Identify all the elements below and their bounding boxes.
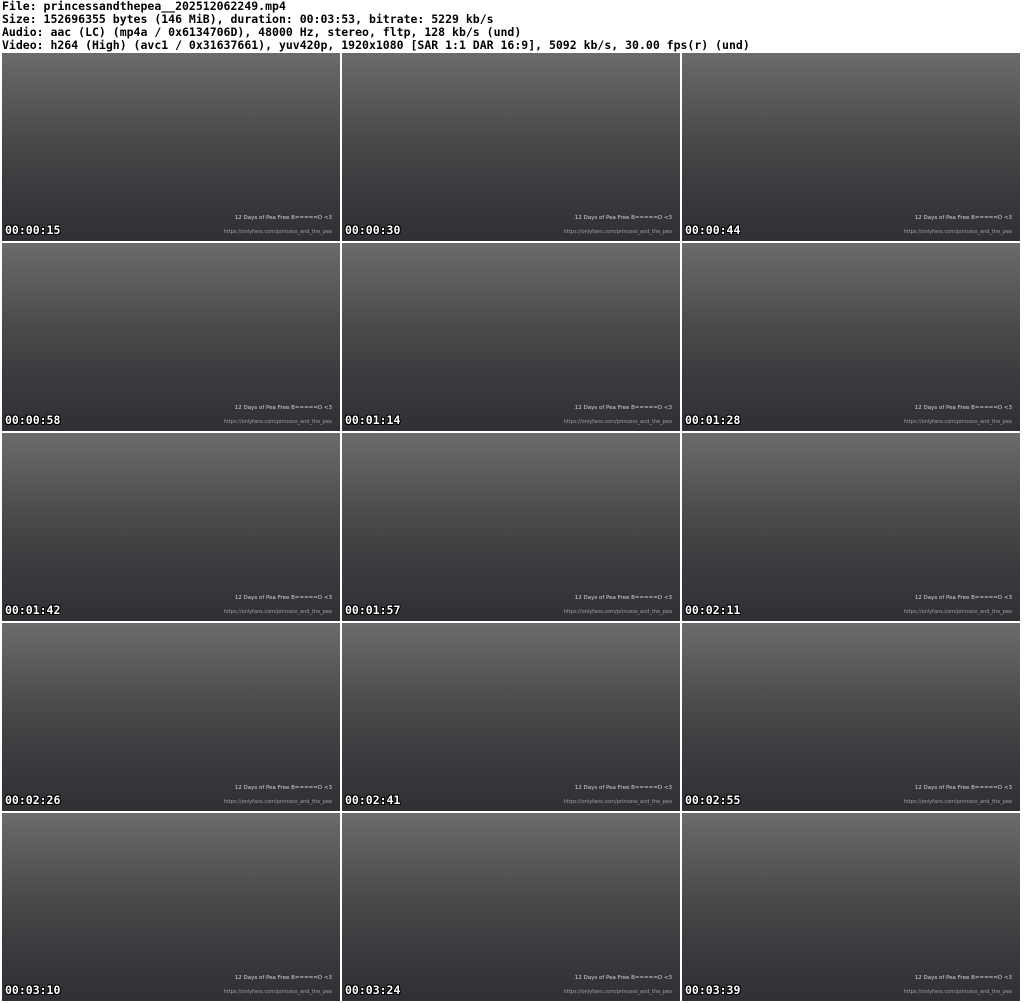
video-thumbnail: 12 Days of Pea Free B=====D <3 https://on… — [682, 813, 1020, 1001]
video-thumbnail: 12 Days of Pea Free B=====D <3 https://on… — [682, 243, 1020, 431]
watermark-text: 12 Days of Pea Free B=====D <3 — [914, 215, 1012, 221]
watermark-text: 12 Days of Pea Free B=====D <3 — [234, 405, 332, 411]
watermark-url: https://onlyfans.com/princess_and_the_pe… — [223, 229, 332, 235]
video-thumbnail: 12 Days of Pea Free B=====D <3 https://on… — [2, 243, 340, 431]
watermark-text: 12 Days of Pea Free B=====D <3 — [234, 595, 332, 601]
watermark-text: 12 Days of Pea Free B=====D <3 — [234, 975, 332, 981]
watermark-text: 12 Days of Pea Free B=====D <3 — [574, 595, 672, 601]
video-thumbnail: 12 Days of Pea Free B=====D <3 https://on… — [2, 813, 340, 1001]
watermark-text: 12 Days of Pea Free B=====D <3 — [574, 215, 672, 221]
watermark-url: https://onlyfans.com/princess_and_the_pe… — [563, 229, 672, 235]
timestamp: 00:01:57 — [345, 603, 401, 617]
timestamp: 00:02:41 — [345, 793, 401, 807]
timestamp: 00:02:26 — [5, 793, 61, 807]
watermark-url: https://onlyfans.com/princess_and_the_pe… — [903, 419, 1012, 425]
watermark-text: 12 Days of Pea Free B=====D <3 — [234, 785, 332, 791]
timestamp: 00:00:58 — [5, 413, 61, 427]
video-thumbnail: 12 Days of Pea Free B=====D <3 https://on… — [2, 623, 340, 811]
timestamp: 00:03:10 — [5, 983, 61, 997]
video-info: Video: h264 (High) (avc1 / 0x31637661), … — [2, 38, 750, 52]
video-thumbnail: 12 Days of Pea Free B=====D <3 https://on… — [342, 623, 680, 811]
timestamp: 00:02:55 — [685, 793, 741, 807]
watermark-url: https://onlyfans.com/princess_and_the_pe… — [563, 609, 672, 615]
watermark-text: 12 Days of Pea Free B=====D <3 — [574, 975, 672, 981]
timestamp: 00:03:39 — [685, 983, 741, 997]
watermark-text: 12 Days of Pea Free B=====D <3 — [574, 785, 672, 791]
watermark-text: 12 Days of Pea Free B=====D <3 — [574, 405, 672, 411]
video-thumbnail: 12 Days of Pea Free B=====D <3 https://on… — [2, 433, 340, 621]
watermark-url: https://onlyfans.com/princess_and_the_pe… — [903, 609, 1012, 615]
timestamp: 00:00:44 — [685, 223, 741, 237]
timestamp: 00:00:30 — [345, 223, 401, 237]
timestamp: 00:02:11 — [685, 603, 741, 617]
watermark-text: 12 Days of Pea Free B=====D <3 — [914, 595, 1012, 601]
file-info-header: File: princessandthepea__202512062249.mp… — [2, 0, 750, 52]
watermark-text: 12 Days of Pea Free B=====D <3 — [234, 215, 332, 221]
watermark-text: 12 Days of Pea Free B=====D <3 — [914, 975, 1012, 981]
video-thumbnail: 12 Days of Pea Free B=====D <3 https://on… — [2, 53, 340, 241]
timestamp: 00:01:42 — [5, 603, 61, 617]
watermark-url: https://onlyfans.com/princess_and_the_pe… — [223, 799, 332, 805]
watermark-url: https://onlyfans.com/princess_and_the_pe… — [563, 799, 672, 805]
watermark-text: 12 Days of Pea Free B=====D <3 — [914, 785, 1012, 791]
video-thumbnail: 12 Days of Pea Free B=====D <3 https://on… — [682, 53, 1020, 241]
video-thumbnail: 12 Days of Pea Free B=====D <3 https://on… — [342, 433, 680, 621]
video-thumbnail: 12 Days of Pea Free B=====D <3 https://on… — [682, 433, 1020, 621]
thumbnail-grid: 12 Days of Pea Free B=====D <3 https://on… — [2, 53, 1020, 1001]
watermark-url: https://onlyfans.com/princess_and_the_pe… — [223, 989, 332, 995]
watermark-url: https://onlyfans.com/princess_and_the_pe… — [903, 989, 1012, 995]
video-thumbnail: 12 Days of Pea Free B=====D <3 https://on… — [342, 53, 680, 241]
timestamp: 00:01:28 — [685, 413, 741, 427]
watermark-url: https://onlyfans.com/princess_and_the_pe… — [223, 609, 332, 615]
timestamp: 00:01:14 — [345, 413, 401, 427]
watermark-url: https://onlyfans.com/princess_and_the_pe… — [223, 419, 332, 425]
watermark-url: https://onlyfans.com/princess_and_the_pe… — [563, 989, 672, 995]
video-thumbnail: 12 Days of Pea Free B=====D <3 https://on… — [342, 243, 680, 431]
watermark-url: https://onlyfans.com/princess_and_the_pe… — [563, 419, 672, 425]
watermark-url: https://onlyfans.com/princess_and_the_pe… — [903, 229, 1012, 235]
watermark-url: https://onlyfans.com/princess_and_the_pe… — [903, 799, 1012, 805]
video-thumbnail: 12 Days of Pea Free B=====D <3 https://on… — [682, 623, 1020, 811]
watermark-text: 12 Days of Pea Free B=====D <3 — [914, 405, 1012, 411]
timestamp: 00:00:15 — [5, 223, 61, 237]
video-thumbnail: 12 Days of Pea Free B=====D <3 https://on… — [342, 813, 680, 1001]
timestamp: 00:03:24 — [345, 983, 401, 997]
